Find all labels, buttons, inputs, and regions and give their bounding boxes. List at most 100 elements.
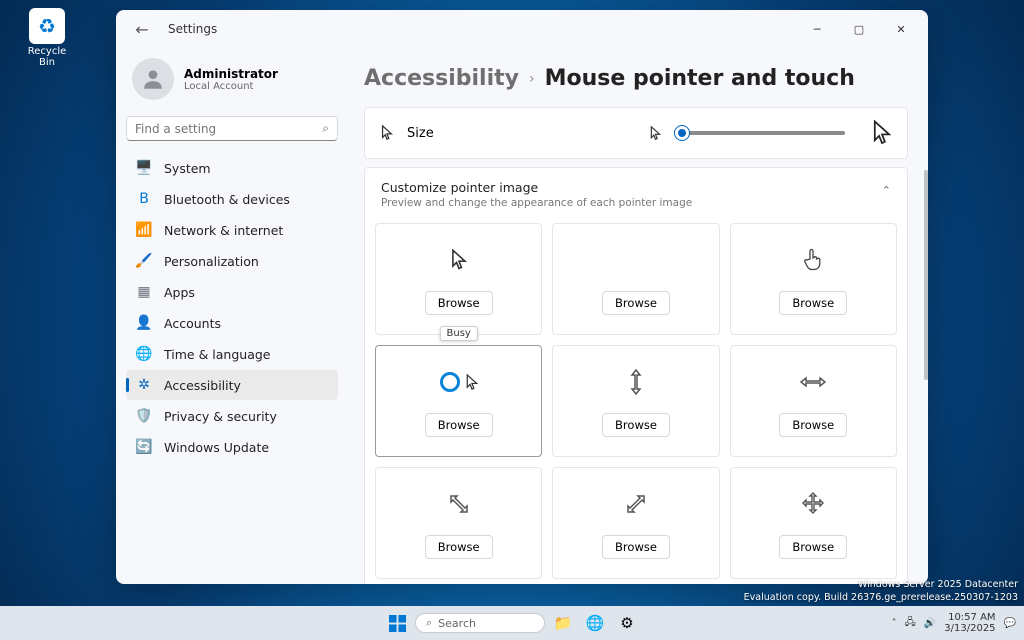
browse-button[interactable]: Browse [425,413,493,437]
nav-item-privacy-security[interactable]: 🛡️ Privacy & security [126,401,338,431]
nav-icon: 🌐 [136,346,152,362]
pointer-tile-help[interactable]: Browse [552,223,719,335]
taskbar-search[interactable]: ⌕Search [415,613,545,633]
avatar-icon [132,58,174,100]
start-button[interactable] [383,609,411,637]
chevron-up-icon: ⌃ [882,184,891,197]
browse-button[interactable]: Browse [779,291,847,315]
nav-icon: B [136,191,152,207]
nav-label: Windows Update [164,440,269,455]
notifications-icon[interactable]: 💬 [1004,618,1016,629]
nav-item-apps[interactable]: ▦ Apps [126,277,338,307]
nav-label: Accessibility [164,378,241,393]
breadcrumb-current: Mouse pointer and touch [545,66,855,91]
browse-button[interactable]: Browse [425,291,493,315]
search-input[interactable] [135,122,322,136]
size-slider[interactable] [675,131,845,135]
minimize-button[interactable]: ─ [796,15,838,43]
sidebar: Administrator Local Account ⌕ 🖥️ System BB… [116,48,348,584]
cursor-preview-small-icon [650,126,661,141]
explorer-icon[interactable]: 📁 [549,609,577,637]
nav-icon: 👤 [136,315,152,331]
customize-title: Customize pointer image [381,180,891,195]
breadcrumb: Accessibility › Mouse pointer and touch [364,66,908,91]
nav-label: Bluetooth & devices [164,192,290,207]
close-button[interactable]: ✕ [880,15,922,43]
nav-item-accounts[interactable]: 👤 Accounts [126,308,338,338]
system-tray[interactable]: ˄ 🖧 🔊 10:57 AM 3/13/2025 💬 [892,612,1016,634]
nav-icon: ✲ [136,377,152,393]
nav-item-network-internet[interactable]: 📶Network & internet [126,215,338,245]
nav-list: 🖥️ System B Bluetooth & devices 📶Network & i… [126,153,338,462]
browse-button[interactable]: Browse [425,535,493,559]
nav-item-personalization[interactable]: 🖌️Personalization [126,246,338,276]
settings-icon[interactable]: ⚙ [613,609,641,637]
breadcrumb-parent[interactable]: Accessibility [364,66,519,91]
volume-icon[interactable]: 🔊 [924,618,936,629]
taskbar: ⌕Search 📁 🌐 ⚙ ˄ 🖧 🔊 10:57 AM 3/13/2025 💬 [0,606,1024,640]
clock[interactable]: 10:57 AM 3/13/2025 [944,612,995,634]
nav-item-system[interactable]: 🖥️ System [126,153,338,183]
busy-cursor-icon [440,365,478,399]
recycle-bin-label: Recycle Bin [20,46,74,68]
pointer-tile-dresize2[interactable]: Browse [552,467,719,579]
normal-cursor-icon [451,243,467,277]
pointer-tile-dresize1[interactable]: Browse [375,467,542,579]
pointer-tile-busy[interactable]: Busy Browse [375,345,542,457]
cursor-small-icon [381,125,393,141]
hand-cursor-icon [803,243,823,277]
search-icon: ⌕ [426,616,432,630]
pointer-tile-link[interactable]: Browse [730,223,897,335]
nav-icon: ▦ [136,284,152,300]
size-row: Size [364,107,908,159]
nav-label: Privacy & security [164,409,277,424]
pointer-grid: Browse Browse Browse Busy [365,223,907,584]
nav-label: System [164,161,211,176]
nav-item-accessibility[interactable]: ✲ Accessibility [126,370,338,400]
pointer-tile-vresize[interactable]: Browse [552,345,719,457]
nav-icon: 🛡️ [136,408,152,424]
pointer-tile-move[interactable]: Browse [730,467,897,579]
slider-thumb[interactable] [675,126,689,140]
browse-button[interactable]: Browse [779,535,847,559]
nav-icon: 🖥️ [136,160,152,176]
user-block[interactable]: Administrator Local Account [126,48,338,116]
nav-label: Apps [164,285,195,300]
browse-button[interactable]: Browse [602,291,670,315]
customize-sub: Preview and change the appearance of eac… [381,197,891,209]
nav-item-time-language[interactable]: 🌐 Time & language [126,339,338,369]
browse-button[interactable]: Browse [602,535,670,559]
nav-item-windows-update[interactable]: 🔄 Windows Update [126,432,338,462]
titlebar: ← Settings ─ ▢ ✕ [116,10,928,48]
chevron-right-icon: › [529,71,535,87]
nav-label: Time & language [164,347,270,362]
desktop-recycle-bin[interactable]: ♻ Recycle Bin [20,8,74,68]
back-button[interactable]: ← [130,20,154,39]
nav-label: Network & internet [164,223,283,238]
size-label: Size [407,126,434,141]
edge-icon[interactable]: 🌐 [581,609,609,637]
pointer-tile-normal[interactable]: Browse [375,223,542,335]
maximize-button[interactable]: ▢ [838,15,880,43]
horizontal-resize-icon [800,365,826,399]
customize-header[interactable]: Customize pointer image Preview and chan… [365,168,907,223]
scrollbar[interactable] [924,170,928,380]
vertical-resize-icon [629,365,643,399]
build-overlay: Windows Server 2025 Datacenter Evaluatio… [744,579,1018,604]
browse-button[interactable]: Browse [779,413,847,437]
main-content: Accessibility › Mouse pointer and touch … [348,48,928,584]
pointer-tile-hresize[interactable]: Browse [730,345,897,457]
nav-label: Personalization [164,254,259,269]
tray-chevron-icon[interactable]: ˄ [892,618,897,629]
settings-window: ← Settings ─ ▢ ✕ Administrator Local Acc… [116,10,928,584]
network-icon[interactable]: 🖧 [905,615,916,632]
browse-button[interactable]: Browse [602,413,670,437]
settings-search[interactable]: ⌕ [126,116,338,141]
search-icon: ⌕ [322,121,329,136]
busy-tooltip: Busy [439,326,477,341]
nav-item-bluetooth-devices[interactable]: B Bluetooth & devices [126,184,338,214]
nav-label: Accounts [164,316,221,331]
nav-icon: 🔄 [136,439,152,455]
move-cursor-icon [801,487,825,521]
diagonal-resize1-icon [448,487,470,521]
